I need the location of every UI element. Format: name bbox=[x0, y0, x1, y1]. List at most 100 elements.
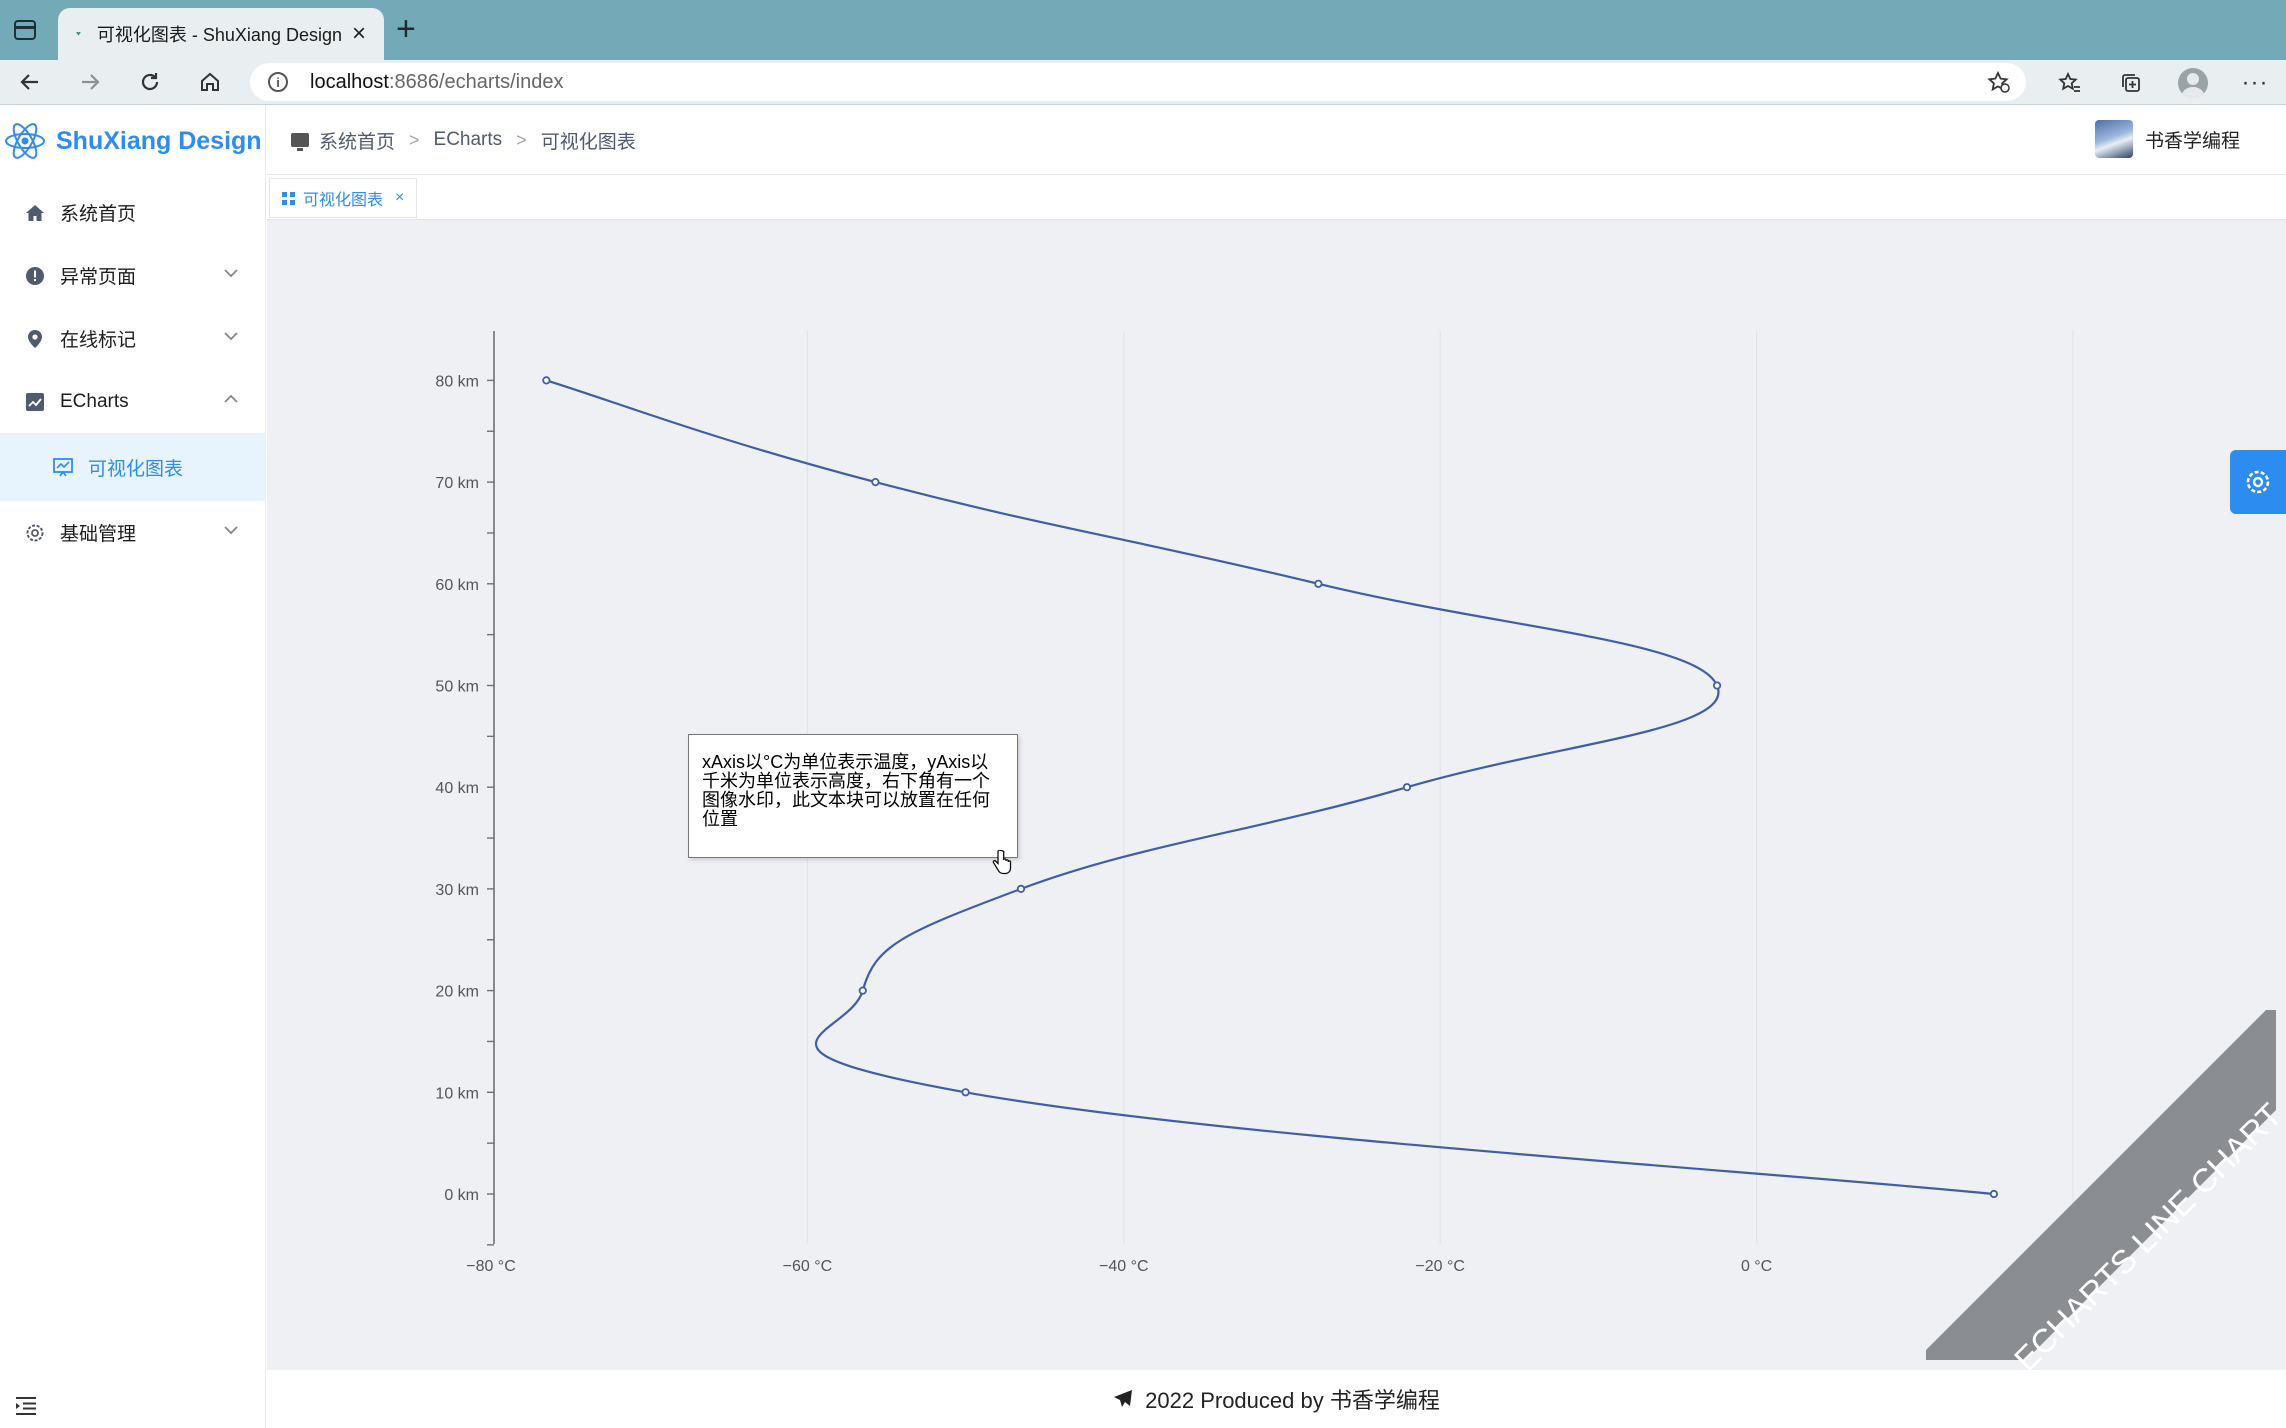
data-point bbox=[542, 376, 551, 385]
tag-visual-charts[interactable]: 可视化图表 × bbox=[269, 178, 418, 218]
y-tick-label: 60 km bbox=[435, 577, 479, 594]
breadcrumb-item-echarts[interactable]: ECharts bbox=[434, 129, 503, 151]
sidebar-menu: 系统首页 异常页面 在线标记 ECharts 可视化图表 基础管理 bbox=[0, 181, 266, 564]
sidebar-item-label: 在线标记 bbox=[60, 330, 137, 351]
footer-text: 2022 Produced by 书香学编程 bbox=[1145, 1388, 1440, 1413]
footer: 2022 Produced by 书香学编程 bbox=[267, 1370, 2286, 1428]
y-tick-label: 10 km bbox=[435, 1085, 479, 1102]
x-tick-label: −60 °C bbox=[783, 1258, 833, 1275]
sidebar-item-basic-management[interactable]: 基础管理 bbox=[0, 501, 266, 564]
monitor-icon bbox=[291, 133, 309, 151]
gear-icon bbox=[2246, 470, 2270, 494]
home-button-icon[interactable] bbox=[194, 66, 226, 98]
favorites-icon[interactable] bbox=[2055, 68, 2085, 98]
home-icon bbox=[24, 202, 46, 224]
y-tick-label: 70 km bbox=[435, 475, 479, 492]
paper-plane-icon bbox=[1114, 1390, 1133, 1407]
tags-view-bar: 可视化图表 × bbox=[267, 175, 2286, 220]
sidebar-item-label: 系统首页 bbox=[60, 204, 137, 225]
sidebar-item-label: 基础管理 bbox=[60, 524, 137, 545]
reload-icon[interactable] bbox=[134, 66, 166, 98]
user-name: 书香学编程 bbox=[2144, 130, 2240, 152]
avatar bbox=[2094, 120, 2133, 158]
tag-label: 可视化图表 bbox=[303, 192, 384, 209]
main-content: −80 °C −60 °C −40 °C −20 °C 0 °C 20 °C 0 km 10 … bbox=[267, 220, 2286, 1370]
logo-text: ShuXiang Design bbox=[56, 126, 262, 155]
data-point bbox=[1712, 681, 1722, 690]
sidebar-item-home[interactable]: 系统首页 bbox=[0, 181, 266, 244]
data-point bbox=[871, 477, 880, 487]
sidebar-item-label: 异常页面 bbox=[60, 267, 137, 288]
data-point bbox=[1402, 783, 1412, 792]
y-tick-label: 0 km bbox=[444, 1187, 479, 1204]
x-tick-label: −40 °C bbox=[1099, 1258, 1149, 1275]
y-tick-label: 50 km bbox=[435, 679, 479, 696]
breadcrumb: 系统首页 > ECharts > 可视化图表 bbox=[291, 105, 636, 175]
presentation-chart-icon bbox=[52, 456, 74, 478]
sidebar-item-echarts[interactable]: ECharts bbox=[0, 370, 266, 433]
tag-close-icon[interactable]: × bbox=[395, 189, 404, 207]
data-point bbox=[961, 1088, 970, 1097]
browser-tab-title: 可视化图表 - ShuXiang Design bbox=[96, 25, 342, 45]
user-menu[interactable]: 书香学编程 bbox=[2094, 120, 2240, 158]
chevron-down-icon bbox=[224, 269, 238, 278]
profile-icon bbox=[2178, 68, 2208, 98]
location-pin-icon bbox=[24, 328, 46, 350]
profile-avatar[interactable] bbox=[2178, 68, 2208, 98]
y-tick-label: 80 km bbox=[435, 373, 479, 390]
site-info-icon[interactable]: i bbox=[268, 72, 288, 92]
sidebar: ShuXiang Design 系统首页 异常页面 在线标记 ECharts 可… bbox=[0, 105, 266, 1428]
y-tick-label: 40 km bbox=[435, 780, 479, 797]
atom-logo-icon bbox=[5, 123, 45, 159]
sidebar-item-label: ECharts bbox=[60, 390, 129, 412]
breadcrumb-item-current: 可视化图表 bbox=[540, 131, 636, 153]
breadcrumb-separator: > bbox=[516, 129, 527, 150]
browser-tab-strip: 可视化图表 - ShuXiang Design × + bbox=[0, 0, 2286, 60]
data-point bbox=[1314, 579, 1323, 588]
address-bar: i localhost:8686/echarts/index ··· bbox=[0, 60, 2286, 105]
tab-actions-icon[interactable] bbox=[14, 20, 36, 40]
breadcrumb-separator: > bbox=[409, 129, 420, 150]
add-favorite-icon[interactable] bbox=[1986, 70, 2010, 94]
line-chart-icon bbox=[24, 391, 46, 413]
forward-icon[interactable] bbox=[74, 66, 106, 98]
x-tick-label: 20 °C bbox=[2053, 1258, 2093, 1275]
chart-graphic-text-box[interactable]: xAxis以°C为单位表示温度，yAxis以千米为单位表示高度，右下角有一个图像… bbox=[688, 734, 1018, 858]
url-host: localhost bbox=[310, 70, 389, 93]
hand-cursor-icon bbox=[992, 850, 1012, 875]
data-point bbox=[1016, 884, 1026, 894]
sidebar-subitem-label: 可视化图表 bbox=[88, 458, 184, 480]
y-tick-label: 20 km bbox=[435, 984, 479, 1001]
sidebar-item-online-marking[interactable]: 在线标记 bbox=[0, 307, 266, 370]
settings-drawer-button[interactable] bbox=[2230, 450, 2286, 514]
new-tab-button[interactable]: + bbox=[396, 12, 416, 46]
browser-menu-button[interactable]: ··· bbox=[2240, 68, 2270, 98]
collapse-sidebar-icon[interactable] bbox=[14, 1396, 38, 1416]
breadcrumb-item-home[interactable]: 系统首页 bbox=[319, 127, 395, 154]
x-tick-label: 0 °C bbox=[1741, 1258, 1772, 1275]
sidebar-item-error-pages[interactable]: 异常页面 bbox=[0, 244, 266, 307]
chevron-down-icon bbox=[224, 526, 238, 535]
warning-icon bbox=[24, 265, 46, 287]
chevron-up-icon bbox=[224, 394, 238, 403]
url-field[interactable]: i localhost:8686/echarts/index bbox=[250, 63, 2026, 101]
url-path: :8686/echarts/index bbox=[388, 70, 564, 93]
vue-favicon-icon bbox=[76, 31, 81, 37]
echarts-line-chart[interactable]: −80 °C −60 °C −40 °C −20 °C 0 °C 20 °C 0 km 10 … bbox=[267, 220, 2286, 1370]
sidebar-subitem-visual-charts[interactable]: 可视化图表 bbox=[0, 433, 266, 501]
browser-tab-close-icon[interactable]: × bbox=[352, 22, 366, 46]
chevron-down-icon bbox=[224, 332, 238, 341]
grid-icon bbox=[282, 191, 295, 205]
back-icon[interactable] bbox=[14, 66, 46, 98]
browser-tab[interactable]: 可视化图表 - ShuXiang Design × bbox=[58, 8, 384, 60]
x-tick-label: −20 °C bbox=[1415, 1258, 1465, 1275]
collections-icon[interactable] bbox=[2116, 68, 2146, 98]
data-point bbox=[858, 986, 867, 995]
top-header: 系统首页 > ECharts > 可视化图表 书香学编程 bbox=[267, 105, 2286, 175]
x-tick-label: −80 °C bbox=[466, 1258, 516, 1275]
app-logo[interactable]: ShuXiang Design bbox=[0, 105, 266, 177]
y-tick-label: 30 km bbox=[435, 882, 479, 899]
data-point bbox=[1989, 1189, 1999, 1199]
more-icon: ··· bbox=[2241, 69, 2269, 96]
gear-icon bbox=[24, 522, 46, 544]
